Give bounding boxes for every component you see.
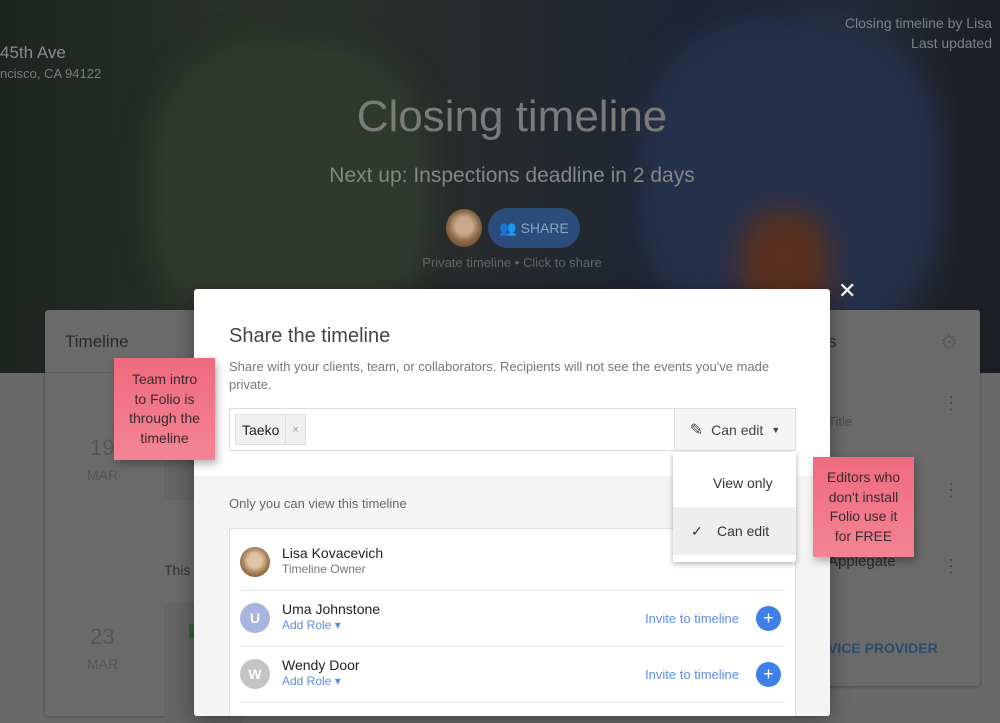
byline-text: Closing timeline by Lisa [844, 15, 992, 31]
visibility-note: Only you can view this timeline [229, 496, 407, 511]
list-item: W Wendy Door Add Role ▾ Invite to timeli… [240, 647, 785, 703]
add-service-provider-link[interactable]: VICE PROVIDER [828, 640, 938, 656]
person-name: Lisa Kovacevich [282, 545, 384, 561]
more-icon[interactable]: ⋮ [942, 556, 960, 577]
recipients-input[interactable]: Taeko × ✎ Can edit ▼ [229, 408, 796, 451]
timeline-card-title: Timeline [65, 332, 129, 351]
person-name: Wendy Door [282, 657, 360, 673]
byline: Closing timeline by Lisa Last updated [845, 13, 992, 53]
invite-link[interactable]: Invite to timeline [645, 667, 739, 682]
event-day: 19 [90, 435, 115, 460]
avatar: W [240, 659, 270, 689]
chip-remove-icon[interactable]: × [285, 415, 304, 444]
check-icon: ✓ [691, 522, 703, 539]
avatar [240, 547, 270, 577]
menu-item-label: Can edit [717, 523, 770, 539]
person-name: Uma Johnstone [282, 601, 381, 617]
plus-icon[interactable]: + [756, 606, 781, 631]
avatar: U [240, 603, 270, 633]
menu-item-can-edit[interactable]: ✓ Can edit [673, 507, 796, 555]
list-item: U Uma Johnstone Add Role ▾ Invite to tim… [240, 591, 785, 647]
recipient-chip: Taeko × [235, 414, 306, 445]
caret-down-icon: ▼ [771, 424, 781, 435]
close-icon[interactable]: ✕ [838, 278, 856, 304]
contact-row-title: Title [828, 414, 853, 429]
page-title: Closing timeline [356, 92, 668, 141]
gear-icon[interactable]: ⚙ [940, 330, 958, 355]
plus-icon[interactable]: + [756, 662, 781, 687]
last-updated: Last updated [911, 35, 992, 51]
add-role-dropdown[interactable]: Add Role ▾ [282, 674, 341, 688]
add-role-dropdown[interactable]: Add Role ▾ [282, 618, 341, 632]
share-label: SHARE [520, 220, 569, 236]
permission-dropdown[interactable]: ✎ Can edit ▼ [674, 409, 795, 450]
next-up: Next up: Inspections deadline in 2 days [329, 164, 695, 187]
permission-value: Can edit [711, 421, 764, 438]
sticky-note: Team intro to Folio is through the timel… [114, 358, 215, 460]
menu-item-view-only[interactable]: View only [673, 459, 796, 507]
dialog-title: Share the timeline [229, 325, 391, 347]
pencil-icon: ✎ [689, 421, 704, 439]
person-role: Timeline Owner [282, 562, 366, 576]
add-people-icon: 👥 [499, 219, 517, 236]
owner-avatar[interactable] [446, 209, 482, 247]
permission-menu: View only ✓ Can edit [673, 452, 796, 562]
section-text: This [164, 562, 191, 578]
event-month: MAR [87, 467, 119, 483]
event-day: 23 [90, 624, 115, 649]
address-line1: 45th Ave [0, 43, 66, 62]
private-note[interactable]: Private timeline • Click to share [0, 255, 1000, 270]
menu-item-label: View only [713, 475, 773, 491]
more-icon[interactable]: ⋮ [942, 480, 960, 501]
chip-label: Taeko [242, 421, 280, 438]
more-icon[interactable]: ⋮ [942, 394, 960, 412]
event-month: MAR [87, 656, 119, 672]
invite-link[interactable]: Invite to timeline [645, 611, 739, 626]
share-button[interactable]: 👥 SHARE [488, 208, 580, 248]
sticky-note: Editors who don't install Folio use it f… [813, 457, 914, 557]
address-line2: ncisco, CA 94122 [0, 66, 102, 81]
dialog-description: Share with your clients, team, or collab… [229, 359, 770, 392]
